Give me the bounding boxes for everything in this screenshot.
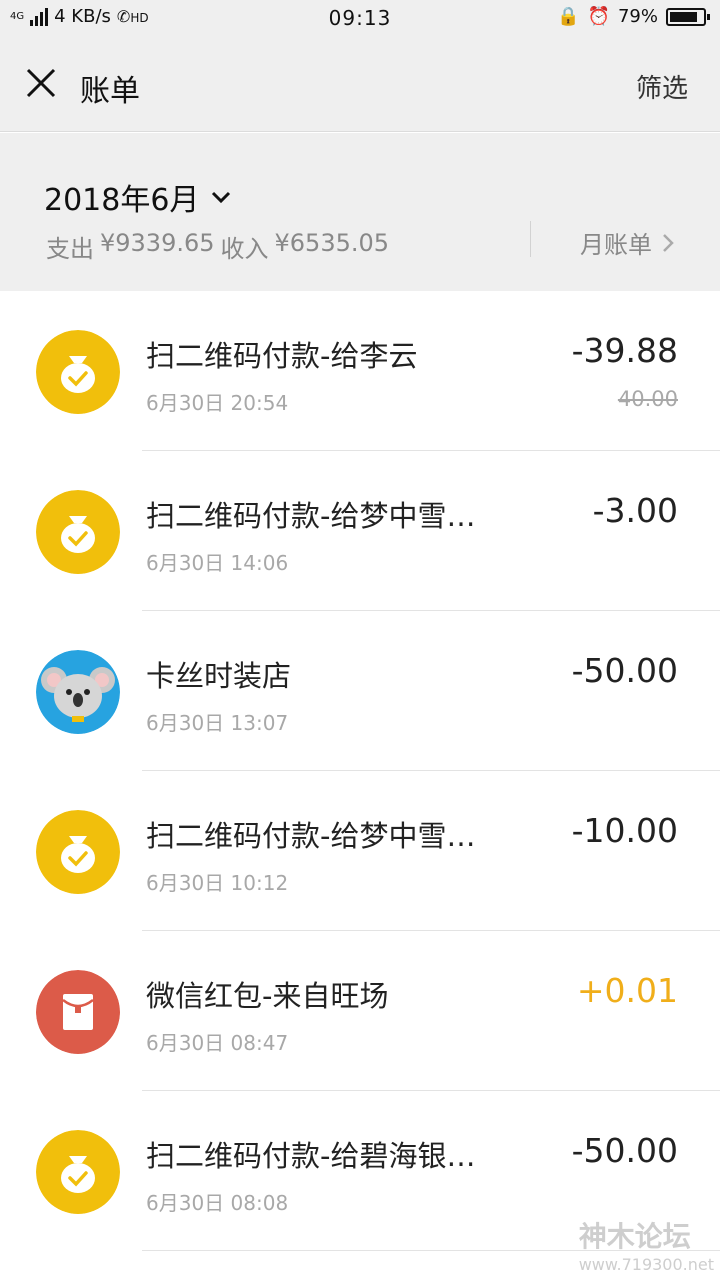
transaction-title: 扫二维码付款-给李云 <box>146 339 418 373</box>
transaction-time: 6月30日 08:47 <box>146 1031 289 1055</box>
close-icon <box>26 68 56 98</box>
transaction-title: 扫二维码付款-给梦中雪… <box>146 499 476 533</box>
transaction-time: 6月30日 20:54 <box>146 391 289 415</box>
rotation-lock-icon: 🔒 <box>557 6 580 27</box>
battery-fill <box>670 11 697 22</box>
transaction-time: 6月30日 08:08 <box>146 1191 289 1215</box>
month-totals: 支出 ¥9339.65 收入 ¥6535.05 <box>46 229 389 264</box>
money-bag-icon <box>36 490 120 574</box>
expense-label: 支出 <box>46 235 94 263</box>
transaction-time: 6月30日 10:12 <box>146 871 289 895</box>
battery-percent: 79% <box>617 6 658 27</box>
chevron-down-icon <box>212 191 231 204</box>
koala-avatar-icon <box>36 650 120 734</box>
transaction-title: 微信红包-来自旺场 <box>146 979 389 1013</box>
transaction-row[interactable]: 扫二维码付款-给李云 6月30日 20:54 -39.88 40.00 <box>0 291 720 451</box>
money-bag-icon <box>36 810 120 894</box>
transaction-amount: +0.01 <box>576 971 678 1010</box>
income-label: 收入 <box>220 235 269 263</box>
transaction-amount: -39.88 <box>571 331 678 370</box>
battery-icon <box>666 7 710 26</box>
transaction-list: 扫二维码付款-给李云 6月30日 20:54 -39.88 40.00 扫二维码付款-给… <box>0 291 720 1251</box>
status-right: 🔒 ⏰ 79% <box>557 6 710 27</box>
month-picker[interactable]: 2018年6月 <box>44 175 233 219</box>
money-bag-icon <box>36 1130 120 1214</box>
status-bar: 4G 4 KB/s ✆HD 09:13 🔒 ⏰ 79% <box>0 0 720 38</box>
watermark-text: 神木论坛 <box>578 1220 691 1253</box>
watermark: 神木论坛 www.719300.net <box>579 1215 714 1274</box>
month-summary: 2018年6月 支出 ¥9339.65 收入 ¥6535.05 月账单 <box>0 133 720 291</box>
chevron-right-icon <box>663 233 674 252</box>
income-value: ¥6535.05 <box>274 229 390 257</box>
red-packet-icon <box>36 970 120 1054</box>
transaction-amount: -50.00 <box>571 651 678 690</box>
alarm-icon: ⏰ <box>587 6 610 27</box>
transaction-amount: -3.00 <box>592 491 678 530</box>
transaction-original-amount: 40.00 <box>617 387 678 411</box>
monthly-bill-link[interactable]: 月账单 <box>580 225 676 260</box>
transaction-time: 6月30日 14:06 <box>146 551 289 575</box>
money-bag-icon <box>36 330 120 414</box>
close-button[interactable] <box>22 64 62 104</box>
month-label: 2018年6月 <box>44 183 200 218</box>
transaction-row[interactable]: 扫二维码付款-给梦中雪… 6月30日 14:06 -3.00 <box>0 451 720 611</box>
transaction-row[interactable]: 卡丝时装店 6月30日 13:07 -50.00 <box>0 611 720 771</box>
transaction-title: 扫二维码付款-给梦中雪… <box>146 819 476 853</box>
transaction-title: 扫二维码付款-给碧海银… <box>146 1139 476 1173</box>
expense-value: ¥9339.65 <box>100 229 215 257</box>
filter-button[interactable]: 筛选 <box>636 68 688 105</box>
nav-bar: 账单 筛选 <box>0 38 720 132</box>
watermark-url: www.719300.net <box>578 1255 714 1274</box>
transaction-time: 6月30日 13:07 <box>146 711 289 735</box>
transaction-row[interactable]: 扫二维码付款-给梦中雪… 6月30日 10:12 -10.00 <box>0 771 720 931</box>
transaction-title: 卡丝时装店 <box>146 659 292 693</box>
divider <box>530 221 531 257</box>
transaction-row[interactable]: 微信红包-来自旺场 6月30日 08:47 +0.01 <box>0 931 720 1091</box>
page-title: 账单 <box>80 74 140 109</box>
transaction-amount: -50.00 <box>571 1131 678 1170</box>
monthly-bill-label: 月账单 <box>580 231 652 259</box>
transaction-amount: -10.00 <box>571 811 678 850</box>
